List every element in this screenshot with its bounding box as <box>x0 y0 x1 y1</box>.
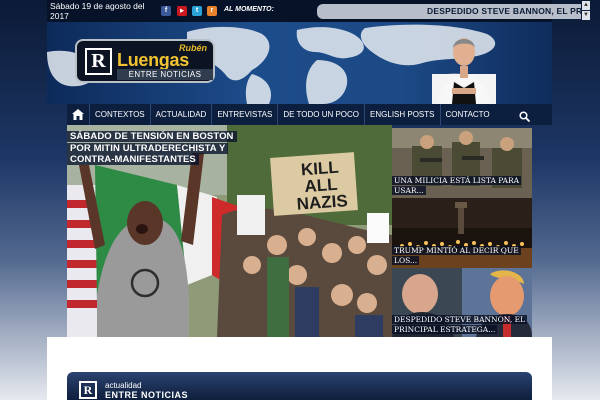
side-story-1[interactable]: UNA MILICIA ESTÁ LISTA PARA USAR... <box>392 128 532 198</box>
ticker-down-arrow-icon[interactable]: ▼ <box>582 11 590 20</box>
facebook-icon[interactable]: f <box>161 6 171 16</box>
al-momento-label: AL MOMENTO: <box>224 6 274 13</box>
main-navigation: CONTEXTOS ACTUALIDAD ENTREVISTAS DE TODO… <box>67 104 552 125</box>
logo-tagline: ENTRE NOTICIAS <box>117 69 213 80</box>
side-story-3[interactable]: DESPEDIDO STEVE BANNON, EL PRINCIPAL EST… <box>392 268 532 337</box>
rss-icon[interactable]: r <box>207 6 217 16</box>
side-story-1-caption[interactable]: UNA MILICIA ESTÁ LISTA PARA USAR... <box>392 176 532 196</box>
current-date: Sábado 19 de agosto del 2017 <box>50 1 145 21</box>
site-logo[interactable]: R Rubén Luengas ENTRE NOTICIAS <box>75 39 215 83</box>
nav-item-entrevistas[interactable]: ENTREVISTAS <box>212 104 277 125</box>
side-story-3-caption[interactable]: DESPEDIDO STEVE BANNON, EL PRINCIPAL EST… <box>392 315 532 335</box>
logo-last-name: Luengas <box>117 50 189 70</box>
host-portrait <box>432 38 496 104</box>
side-story-2-caption[interactable]: TRUMP MINTIÓ AL DECIR QUE LOS... <box>392 246 532 266</box>
section-header-actualidad[interactable]: R actualidad ENTRE NOTICIAS <box>67 372 532 400</box>
nav-item-english-posts[interactable]: ENGLISH POSTS <box>365 104 439 125</box>
section-subtitle: ENTRE NOTICIAS <box>105 390 189 400</box>
logo-r-mark: R <box>85 48 112 75</box>
ticker-up-arrow-icon[interactable]: ▲ <box>582 1 590 10</box>
side-story-2[interactable]: TRUMP MINTIÓ AL DECIR QUE LOS... <box>392 198 532 268</box>
section-title: actualidad <box>105 381 142 390</box>
ticker-headline[interactable]: DESPEDIDO STEVE BANNON, EL PRI <box>427 6 581 16</box>
featured-story[interactable]: KILL ALL NAZIS SÁBADO DE TENSIÓN EN BOST… <box>67 125 392 337</box>
news-ticker[interactable]: DESPEDIDO STEVE BANNON, EL PRI <box>317 4 581 19</box>
search-icon[interactable] <box>519 109 531 123</box>
top-bar: Sábado 19 de agosto del 2017 f ▶ t r AL … <box>47 0 590 22</box>
nav-item-contextos[interactable]: CONTEXTOS <box>90 104 150 125</box>
site-header: R Rubén Luengas ENTRE NOTICIAS <box>47 22 552 104</box>
featured-story-title[interactable]: SÁBADO DE TENSIÓN EN BOSTON POR MITIN UL… <box>67 131 247 166</box>
section-logo-mark: R <box>79 381 97 399</box>
youtube-icon[interactable]: ▶ <box>177 6 187 16</box>
protest-sign: KILL ALL NAZIS <box>279 157 362 214</box>
nav-item-actualidad[interactable]: ACTUALIDAD <box>151 104 212 125</box>
nav-item-de-todo-un-poco[interactable]: DE TODO UN POCO <box>278 104 364 125</box>
nav-item-contacto[interactable]: CONTACTO <box>441 104 495 125</box>
home-icon[interactable] <box>67 104 89 125</box>
twitter-icon[interactable]: t <box>192 6 202 16</box>
